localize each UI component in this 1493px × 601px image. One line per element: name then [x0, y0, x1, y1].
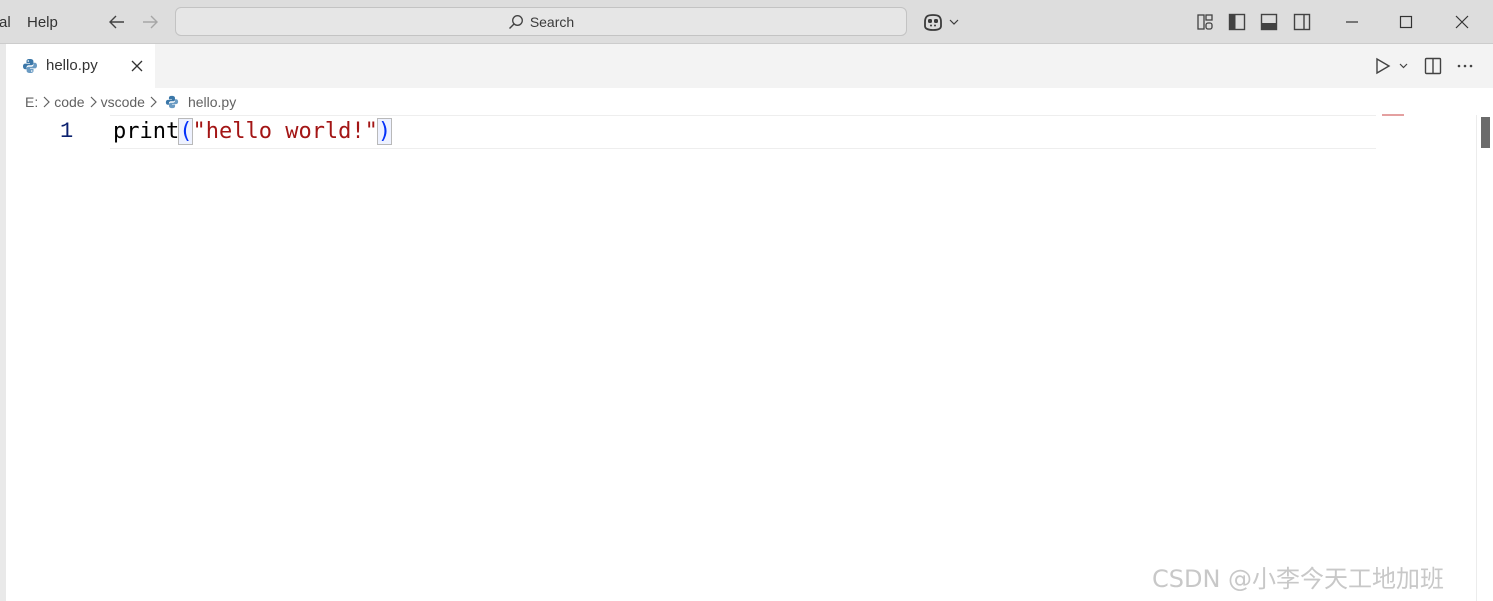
title-bar: al Help Search [0, 0, 1493, 44]
menu-item-help[interactable]: Help [27, 13, 58, 33]
sidebar-left-icon [1228, 13, 1246, 31]
scrollbar-thumb[interactable] [1481, 117, 1490, 148]
back-button[interactable] [104, 10, 130, 34]
breadcrumb-drive[interactable]: E: [25, 92, 38, 112]
toggle-secondary-sidebar-button[interactable] [1290, 10, 1314, 34]
minimize-icon [1346, 21, 1358, 23]
copilot-icon [924, 14, 959, 31]
play-icon [1376, 57, 1408, 75]
activity-edge [0, 44, 6, 601]
layout-grid-icon [1197, 14, 1213, 30]
ellipsis-icon [1457, 64, 1473, 68]
sidebar-right-icon [1293, 13, 1311, 31]
editor-tab-bar: hello.py [0, 44, 1493, 88]
maximize-icon [1399, 15, 1413, 29]
maximize-button[interactable] [1378, 0, 1434, 44]
panel-bottom-icon [1260, 13, 1278, 31]
run-python-file-button[interactable] [1372, 55, 1412, 77]
breadcrumb-folder-vscode[interactable]: vscode [101, 92, 145, 112]
toggle-panel-button[interactable] [1257, 10, 1281, 34]
close-window-button[interactable] [1434, 0, 1490, 44]
chevron-right-icon [145, 92, 161, 112]
arrow-left-icon [109, 15, 124, 29]
command-center-search[interactable]: Search [175, 7, 907, 36]
split-editor-icon [1424, 57, 1442, 75]
close-icon [1455, 15, 1469, 29]
chevron-right-icon [85, 92, 101, 112]
tab-label: hello.py [46, 57, 98, 74]
forward-button[interactable] [137, 10, 163, 34]
more-actions-button[interactable] [1453, 55, 1477, 77]
menu-item-terminal[interactable]: al [0, 13, 11, 33]
close-icon [131, 60, 143, 72]
copilot-button[interactable] [920, 10, 960, 34]
minimize-button[interactable] [1324, 0, 1380, 44]
breadcrumb: E: code vscode hello.py [25, 92, 236, 112]
watermark: CSDN @小李今天工地加班 [1152, 565, 1445, 593]
arrow-right-icon [143, 15, 158, 29]
token-bracket-open: ( [178, 118, 194, 145]
customize-layout-button[interactable] [1193, 10, 1217, 34]
code-line[interactable]: print("hello world!") [113, 118, 393, 146]
chevron-right-icon [38, 92, 54, 112]
line-number: 1 [60, 119, 74, 144]
toggle-primary-sidebar-button[interactable] [1225, 10, 1249, 34]
vertical-scrollbar[interactable] [1476, 115, 1493, 601]
search-label: Search [529, 13, 575, 30]
split-editor-button[interactable] [1421, 55, 1445, 77]
tab-close-button[interactable] [128, 57, 146, 75]
breadcrumb-file[interactable]: hello.py [188, 92, 236, 112]
tab-hello-py[interactable]: hello.py [6, 44, 155, 88]
token-string: "hello world!" [192, 119, 378, 144]
python-icon [22, 58, 38, 79]
minimap-line [1382, 114, 1404, 116]
search-icon [508, 14, 523, 29]
token-bracket-close: ) [376, 118, 393, 145]
breadcrumb-folder-code[interactable]: code [54, 92, 84, 112]
python-icon [165, 92, 183, 112]
token-function: print [113, 119, 180, 144]
